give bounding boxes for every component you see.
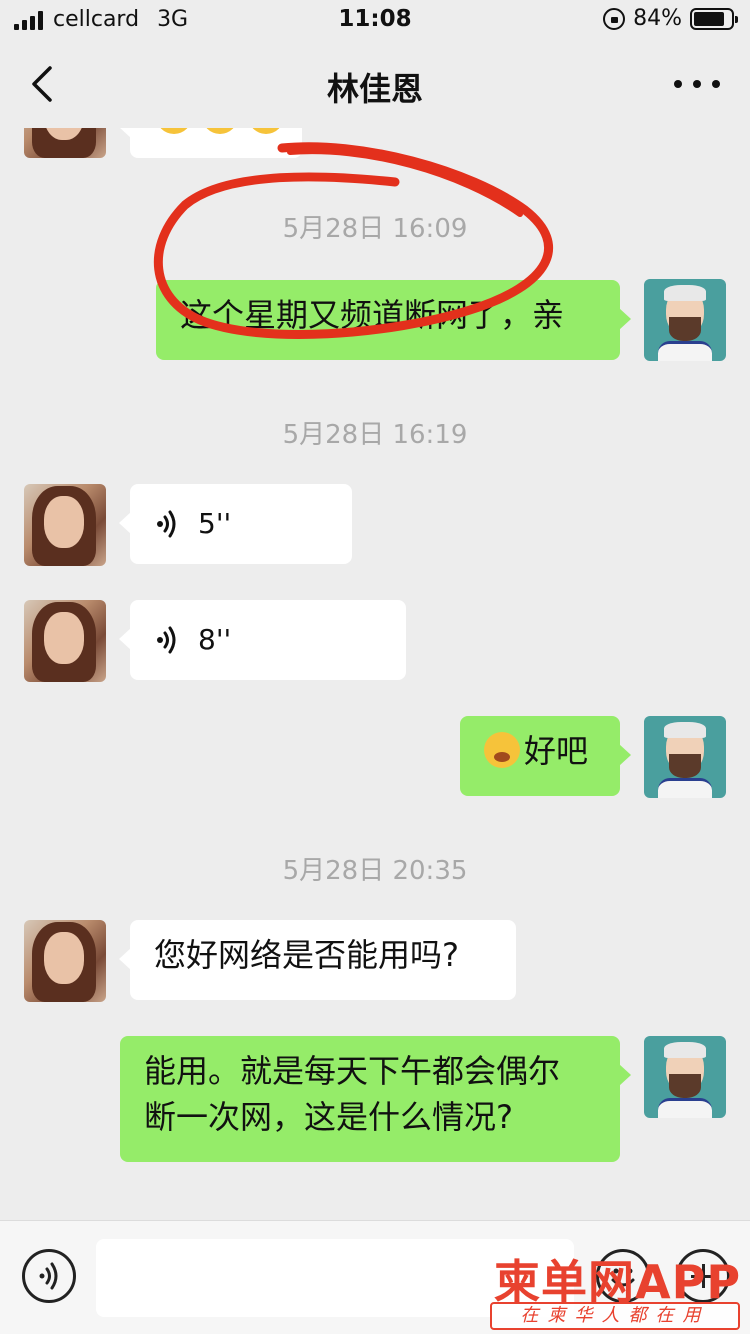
message-text: 这个星期又频道断网了，亲 (180, 296, 565, 334)
message-bubble-incoming[interactable]: 您好网络是否能用吗? (119, 920, 516, 1000)
my-avatar[interactable] (644, 716, 726, 798)
voice-input-icon[interactable] (22, 1249, 76, 1303)
message-bubble-partial[interactable] (119, 128, 302, 158)
contact-avatar[interactable] (24, 920, 106, 1002)
chat-header: 林佳恩 (0, 40, 750, 128)
contact-avatar[interactable] (24, 128, 106, 158)
battery-percent: 84% (633, 6, 682, 31)
timestamp: 5月28日 20:35 (282, 856, 468, 886)
voice-wave-icon (157, 626, 176, 654)
voice-wave-icon (157, 510, 176, 538)
chat-title: 林佳恩 (326, 70, 423, 108)
my-avatar[interactable] (644, 279, 726, 361)
voice-message[interactable]: 5'' (119, 484, 352, 564)
message-text: 好吧 (524, 732, 589, 770)
emoji-icon (484, 732, 520, 768)
watermark-slogan: 在柬华人都在用 (490, 1302, 740, 1330)
contact-avatar[interactable] (24, 600, 106, 682)
status-right: 84% (603, 6, 738, 31)
watermark-logo: 柬单网APP 在柬华人都在用 (490, 1246, 742, 1330)
voice-duration: 5'' (198, 507, 232, 540)
contact-avatar[interactable] (24, 484, 106, 566)
orientation-lock-icon (603, 7, 626, 30)
timestamp: 5月28日 16:09 (282, 214, 468, 244)
message-text-line-1: 能用。就是每天下午都会偶尔 (144, 1052, 561, 1090)
message-bubble-outgoing[interactable]: 这个星期又频道断网了，亲 (156, 280, 631, 360)
my-avatar[interactable] (644, 1036, 726, 1118)
message-text: 您好网络是否能用吗? (154, 936, 459, 974)
message-text-line-2: 断一次网，这是什么情况? (144, 1098, 513, 1136)
message-bubble-outgoing[interactable]: 能用。就是每天下午都会偶尔 断一次网，这是什么情况? (120, 1036, 631, 1162)
more-dots-icon[interactable] (674, 70, 720, 98)
status-bar: cellcard 3G 11:08 84% (0, 0, 750, 40)
message-list[interactable]: 5月28日 16:09 这个星期又频道断网了，亲 5月28日 16:19 5''… (0, 128, 750, 1220)
message-bubble-outgoing[interactable]: 好吧 (460, 716, 631, 796)
timestamp: 5月28日 16:19 (282, 420, 468, 450)
voice-duration: 8'' (198, 623, 232, 656)
voice-message[interactable]: 8'' (119, 600, 406, 680)
battery-icon (690, 7, 738, 30)
